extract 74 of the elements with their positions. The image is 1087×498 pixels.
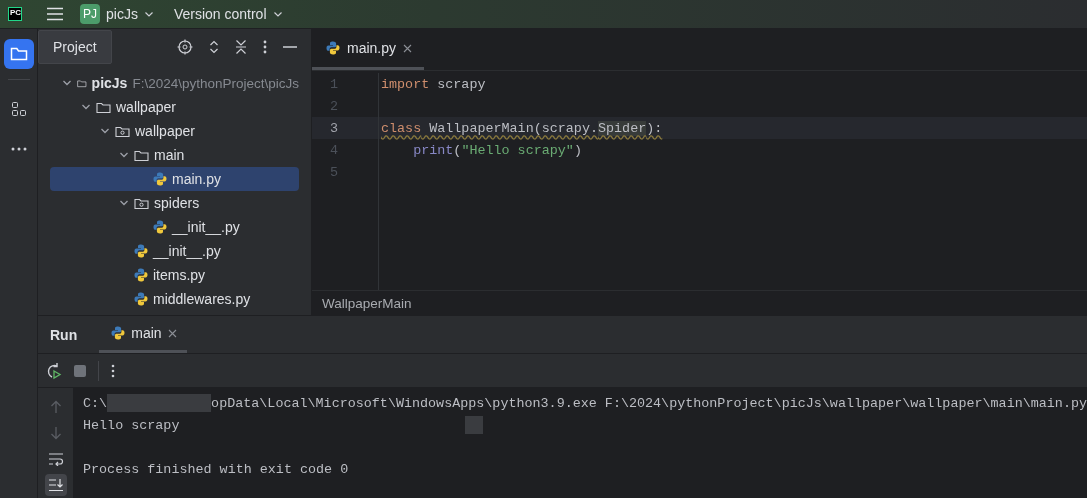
python-file-icon	[111, 326, 126, 340]
python-file-icon	[134, 292, 148, 306]
python-file-icon	[134, 268, 148, 282]
project-tool-button[interactable]	[3, 39, 34, 69]
tree-item[interactable]: middlewares.py	[50, 287, 299, 311]
line-number: 3	[312, 117, 379, 139]
tree-item-label: spiders	[154, 195, 200, 211]
tree-item[interactable]: spiders	[50, 191, 299, 215]
tree-item[interactable]: wallpaper	[50, 95, 299, 119]
editor-tab[interactable]: main.py	[312, 29, 425, 70]
tree-item[interactable]: picJs F:\2024\pythonProject\picJs	[50, 71, 299, 95]
expand-all-icon[interactable]	[209, 39, 219, 55]
python-file-icon	[153, 172, 167, 186]
collapse-all-icon[interactable]	[235, 39, 247, 55]
chevron-down-icon[interactable]	[81, 102, 91, 112]
tree-item[interactable]: items.py	[50, 263, 299, 287]
close-icon[interactable]	[403, 43, 413, 53]
folder-icon	[96, 100, 111, 114]
chevron-down-icon[interactable]	[100, 126, 110, 136]
more-icon[interactable]	[111, 362, 115, 379]
project-selector[interactable]: PJ picJs	[76, 2, 158, 26]
soft-wrap-icon	[47, 452, 64, 466]
tree-item[interactable]: wallpaper	[50, 119, 299, 143]
tree-item-label: middlewares.py	[153, 291, 251, 307]
menu-icon[interactable]	[46, 7, 64, 21]
tree-item[interactable]: main	[50, 143, 299, 167]
scroll-to-end-button[interactable]	[44, 474, 67, 496]
tree-item-label: __init__.py	[172, 219, 240, 235]
tree-item-label: main.py	[172, 171, 222, 187]
chevron-down-icon[interactable]	[62, 78, 72, 88]
more-icon	[10, 147, 27, 151]
tree-item-label: wallpaper	[116, 99, 176, 115]
run-tab[interactable]: main	[99, 316, 187, 353]
python-file-icon	[326, 41, 340, 55]
tree-item-label: picJs	[91, 75, 128, 91]
tree-item-label: __init__.py	[153, 243, 221, 259]
app-logo: PC	[8, 7, 22, 21]
chevron-down-icon	[143, 9, 154, 19]
console-output: Process finished with exit code 0	[83, 461, 349, 477]
tree-item-label: items.py	[153, 267, 206, 283]
scroll-to-end-icon	[47, 478, 64, 492]
tree-item[interactable]: __init__.py	[50, 215, 299, 239]
code-line: print("Hello scrapy")	[412, 142, 582, 158]
chevron-down-icon[interactable]	[119, 198, 129, 208]
folder-icon	[9, 46, 28, 62]
console-output: C:\	[83, 395, 108, 411]
redaction-mark	[465, 416, 484, 434]
close-icon[interactable]	[167, 328, 177, 338]
python-file-icon	[134, 244, 148, 258]
more-icon[interactable]	[263, 39, 267, 55]
tree-item-label: main	[154, 147, 185, 163]
console-output: Hello scrapy	[83, 417, 180, 433]
package-folder-icon	[134, 196, 149, 210]
console-output: opData\Local\Microsoft\WindowsApps\python3.9.exe F:\2024\pythonProject\picJs\wallpaper\wallpaper\main\main.py	[211, 395, 1087, 411]
tree-item-label: wallpaper	[135, 123, 195, 139]
tree-item[interactable]: main.py	[50, 167, 299, 191]
arrow-down-icon	[49, 426, 62, 440]
code-line: import scrapy	[380, 76, 486, 92]
project-tab[interactable]: Project	[38, 30, 112, 64]
breadcrumb[interactable]: WallpaperMain	[322, 295, 412, 311]
folder-icon	[134, 148, 149, 162]
code-line: class WallpaperMain(scrapy.Spider):	[380, 120, 663, 136]
chevron-down-icon[interactable]	[119, 150, 129, 160]
structure-icon	[10, 101, 27, 117]
arrow-up-icon	[49, 400, 62, 414]
locate-icon[interactable]	[177, 39, 193, 55]
chevron-down-icon	[272, 9, 283, 19]
run-panel-title: Run	[49, 326, 79, 343]
package-folder-icon	[115, 124, 130, 138]
project-path: F:\2024\pythonProject\picJs	[132, 75, 299, 91]
version-control-menu[interactable]: Version control	[169, 4, 287, 24]
tree-item[interactable]: __init__.py	[50, 239, 299, 263]
python-file-icon	[153, 220, 167, 234]
stop-icon[interactable]	[74, 364, 86, 377]
